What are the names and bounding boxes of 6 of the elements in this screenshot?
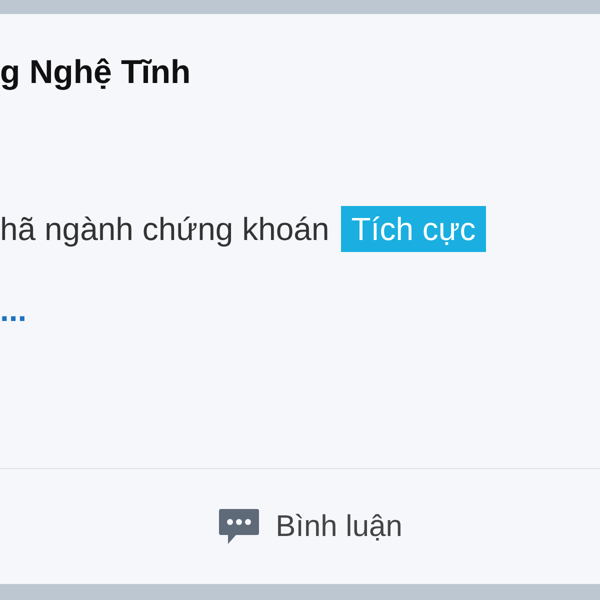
sentiment-tag: Tích cực xyxy=(341,206,486,252)
post-title: g Nghệ Tĩnh xyxy=(0,52,192,92)
speech-bubble-icon xyxy=(218,506,260,546)
post-text: hã ngành chứng khoán xyxy=(0,210,330,249)
read-more-link[interactable]: ... xyxy=(0,290,600,330)
comment-button[interactable]: Bình luận xyxy=(218,504,402,549)
